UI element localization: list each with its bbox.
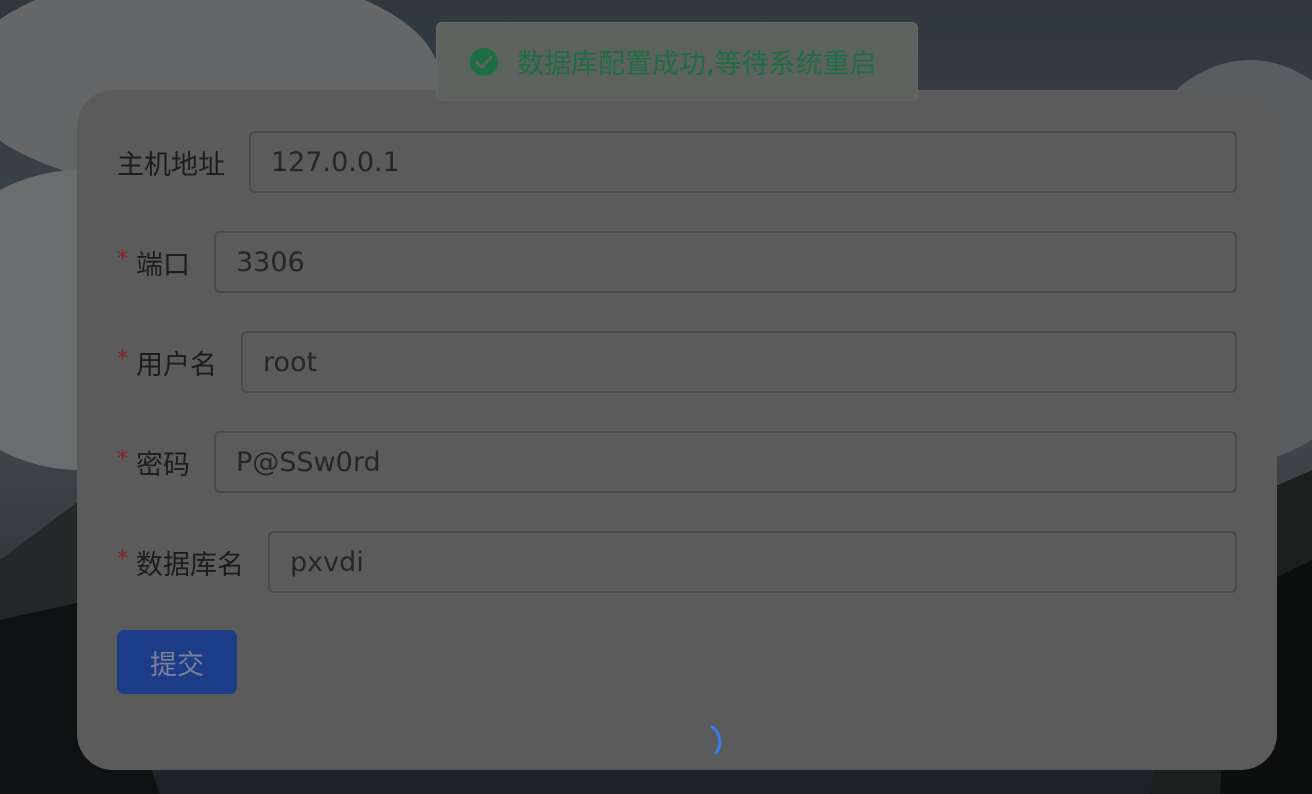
host-label-text: 主机地址: [117, 149, 225, 181]
port-value: 3306: [236, 246, 305, 278]
username-value: root: [263, 346, 318, 378]
required-mark: *: [117, 346, 128, 372]
database-name-input[interactable]: pxvdi: [268, 531, 1237, 593]
password-value: P@SSw0rd: [236, 446, 381, 478]
submit-button[interactable]: 提交: [117, 630, 237, 694]
database-name-row: * 数据库名 pxvdi: [117, 530, 1237, 594]
port-input[interactable]: 3306: [214, 231, 1237, 293]
toast-message: 数据库配置成功,等待系统重启: [517, 49, 877, 80]
required-mark: *: [117, 246, 128, 272]
username-input[interactable]: root: [241, 331, 1237, 393]
required-mark: *: [117, 546, 128, 572]
port-row: * 端口 3306: [117, 230, 1237, 294]
host-row: 主机地址 127.0.0.1: [117, 130, 1237, 194]
port-label: * 端口: [117, 243, 214, 282]
required-mark: *: [117, 446, 128, 472]
host-input[interactable]: 127.0.0.1: [249, 131, 1237, 193]
host-value: 127.0.0.1: [271, 146, 400, 178]
database-config-card: 主机地址 127.0.0.1 * 端口 3306 * 用户名 root * 密码…: [77, 90, 1277, 770]
password-label: * 密码: [117, 443, 214, 482]
port-label-text: 端口: [136, 249, 190, 281]
check-circle-icon: [470, 47, 498, 76]
database-name-value: pxvdi: [290, 546, 364, 578]
submit-label: 提交: [150, 649, 204, 681]
database-name-label-text: 数据库名: [136, 549, 244, 581]
password-input[interactable]: P@SSw0rd: [214, 431, 1237, 493]
username-row: * 用户名 root: [117, 330, 1237, 394]
username-label-text: 用户名: [136, 349, 217, 381]
database-name-label: * 数据库名: [117, 543, 268, 582]
host-label: 主机地址: [117, 143, 249, 182]
password-label-text: 密码: [136, 449, 190, 481]
password-row: * 密码 P@SSw0rd: [117, 430, 1237, 494]
spinner-icon: [710, 725, 722, 755]
success-toast: 数据库配置成功,等待系统重启: [436, 22, 918, 101]
username-label: * 用户名: [117, 343, 241, 382]
